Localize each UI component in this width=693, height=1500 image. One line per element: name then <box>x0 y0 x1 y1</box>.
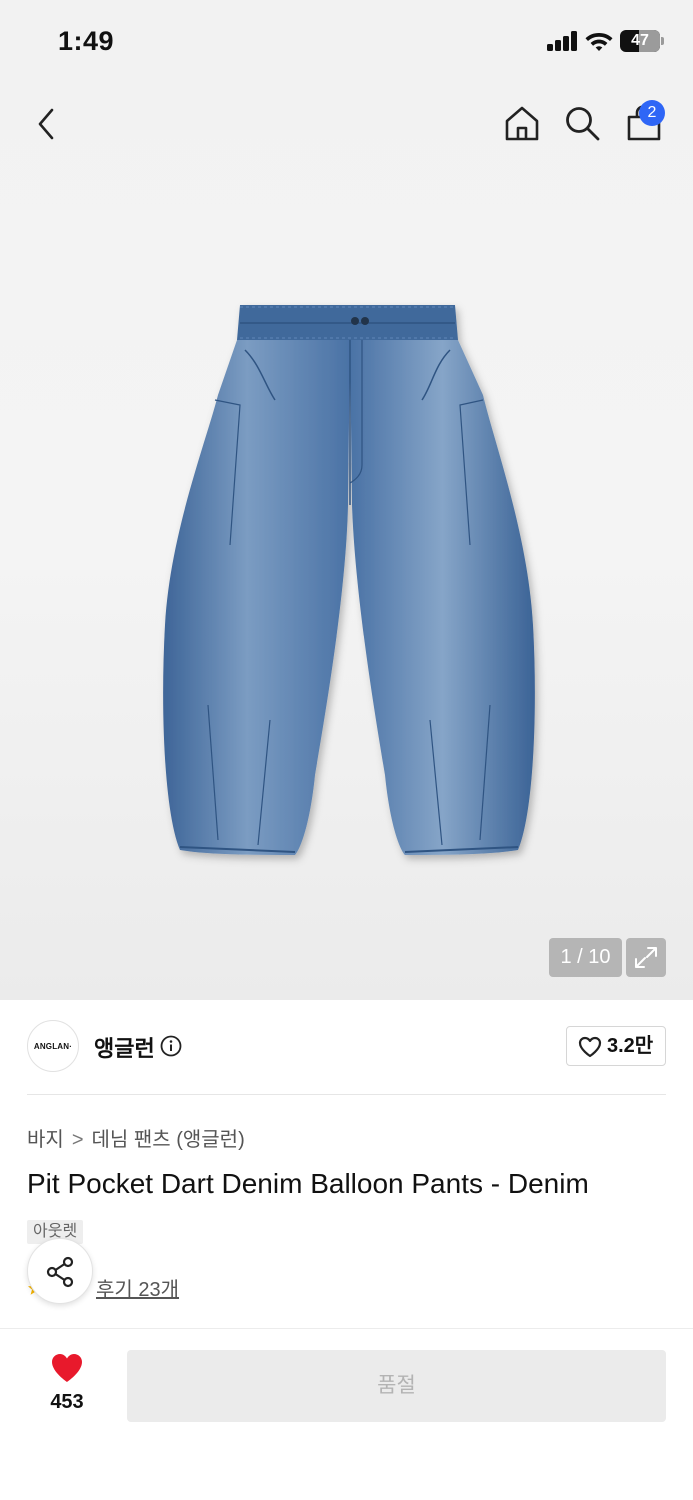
image-counter: 1 / 10 <box>549 938 622 977</box>
back-icon[interactable] <box>32 106 62 142</box>
product-hero: 1:49 47 2 1 / 10 <box>0 0 693 1000</box>
search-icon[interactable] <box>562 103 602 143</box>
brand-like-button[interactable]: 3.2만 <box>566 1026 666 1066</box>
status-bar: 1:49 47 <box>0 0 693 84</box>
breadcrumb-category[interactable]: 바지 <box>27 1129 64 1151</box>
cellular-signal-icon <box>547 31 579 51</box>
battery-level: 47 <box>631 32 649 49</box>
expand-image-button[interactable] <box>626 938 666 977</box>
status-time: 1:49 <box>58 26 115 56</box>
wifi-icon <box>585 33 613 51</box>
heart-filled-icon[interactable] <box>50 1352 84 1384</box>
brand-name[interactable]: 앵글런 <box>94 1031 155 1063</box>
brand-logo[interactable]: ANGLAN· <box>27 1020 79 1072</box>
expand-icon <box>635 947 657 968</box>
heart-outline-icon <box>578 1036 602 1058</box>
divider <box>27 1094 666 1095</box>
footer-divider <box>0 1328 693 1329</box>
share-button[interactable] <box>27 1238 93 1304</box>
product-image[interactable] <box>150 295 550 875</box>
share-icon <box>46 1256 74 1288</box>
cart-count-badge: 2 <box>639 100 665 126</box>
favorite-count: 453 <box>50 1391 84 1413</box>
top-nav <box>0 90 693 160</box>
sold-out-button[interactable]: 품절 <box>127 1350 666 1422</box>
product-title: Pit Pocket Dart Denim Balloon Pants - De… <box>27 1168 589 1199</box>
home-icon[interactable] <box>502 103 542 143</box>
breadcrumb: 바지 > 데님 팬츠 (앵글런) <box>27 1123 245 1152</box>
breadcrumb-separator: > <box>71 1129 84 1151</box>
breadcrumb-subcategory[interactable]: 데님 팬츠 (앵글런) <box>92 1129 245 1151</box>
info-icon[interactable] <box>160 1035 182 1057</box>
reviews-link[interactable]: 후기 23개 <box>96 1273 179 1302</box>
battery-icon: 47 <box>620 30 664 52</box>
brand-like-count: 3.2만 <box>607 1035 654 1057</box>
